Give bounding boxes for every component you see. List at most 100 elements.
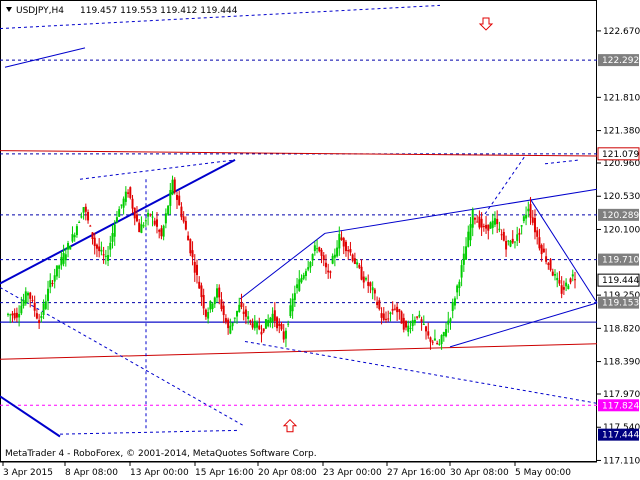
- candle-body: [347, 249, 350, 252]
- candle-body: [529, 204, 532, 218]
- candle-body: [162, 225, 165, 237]
- candle-body: [33, 302, 36, 311]
- candle-body: [407, 325, 410, 332]
- candle-body: [11, 313, 14, 316]
- candle-body: [358, 265, 361, 268]
- candle-body: [307, 267, 310, 270]
- price-label: 117.824: [602, 401, 639, 411]
- candle-body: [327, 270, 330, 273]
- candle-body: [291, 298, 294, 312]
- candle-body: [95, 244, 98, 249]
- candle-body: [369, 282, 372, 287]
- candle-body: [473, 217, 476, 220]
- candle-body: [411, 320, 414, 327]
- price-label: 117.444: [602, 431, 639, 441]
- candle-body: [69, 246, 72, 250]
- candle-body: [87, 211, 90, 221]
- candle-body: [298, 279, 301, 291]
- candle-body: [429, 337, 432, 342]
- candle-body: [209, 301, 212, 310]
- candle-body: [491, 220, 494, 228]
- candle-body: [244, 309, 247, 317]
- candle-body: [313, 245, 316, 252]
- candle-body: [213, 297, 216, 305]
- candle-body: [200, 285, 203, 298]
- candle-body: [387, 318, 390, 320]
- candle-body: [551, 271, 554, 276]
- candle-body: [222, 305, 225, 316]
- candle-body: [433, 338, 436, 341]
- candle-body: [75, 226, 78, 236]
- candle-body: [67, 243, 70, 250]
- candle-body: [482, 226, 485, 228]
- candle-body: [187, 235, 190, 241]
- candle-body: [151, 216, 154, 218]
- candle-body: [184, 220, 187, 230]
- y-tick-label: 120.960: [603, 159, 640, 169]
- price-chart[interactable]: 122.670 121.810 121.380 120.960 120.530 120.1…: [0, 0, 640, 480]
- candle-body: [540, 245, 543, 255]
- candle-body: [71, 234, 74, 242]
- candle-body: [82, 207, 85, 213]
- candle-body: [138, 222, 141, 233]
- candle-body: [155, 219, 158, 227]
- candle-body: [391, 308, 394, 311]
- y-tick-label: 118.820: [603, 324, 640, 334]
- candle-body: [240, 302, 243, 308]
- candle-body: [405, 321, 408, 328]
- candle-body: [31, 299, 34, 301]
- candle-body: [118, 209, 121, 217]
- candle-body: [442, 332, 445, 337]
- candle-body: [251, 323, 254, 328]
- candle-body: [400, 311, 403, 324]
- candle-body: [153, 220, 156, 225]
- candle-body: [527, 208, 530, 212]
- y-tick-label: 121.810: [603, 93, 640, 103]
- y-tick-label: 117.110: [603, 456, 640, 466]
- candle-body: [109, 242, 112, 250]
- price-label: 122.292: [602, 56, 639, 66]
- candle-body: [276, 317, 279, 329]
- candle-body: [425, 326, 428, 332]
- candle-body: [567, 285, 570, 290]
- candle-body: [113, 224, 116, 237]
- candle-body: [451, 302, 454, 311]
- candle-body: [144, 220, 147, 222]
- candle-body: [220, 299, 223, 310]
- candle-body: [496, 218, 499, 225]
- y-tick-label: 118.390: [603, 358, 640, 368]
- candle-body: [78, 222, 81, 224]
- candle-body: [333, 254, 336, 258]
- candle-body: [427, 331, 430, 336]
- candle-body: [485, 224, 488, 229]
- candle-body: [22, 300, 25, 306]
- candle-body: [133, 207, 136, 219]
- candle-body: [538, 237, 541, 249]
- candle-body: [329, 271, 332, 273]
- candle-body: [447, 320, 450, 325]
- symbol-label: USDJPY,H4: [16, 6, 64, 16]
- candle-body: [460, 265, 463, 278]
- candle-body: [47, 288, 50, 302]
- candle-body: [547, 263, 550, 265]
- candle-body: [500, 234, 503, 236]
- candle-body: [493, 218, 496, 225]
- candle-body: [507, 240, 510, 242]
- candle-body: [560, 285, 563, 294]
- candle-body: [196, 264, 198, 276]
- candle-body: [565, 282, 568, 287]
- price-label: 119.444: [602, 276, 639, 286]
- candle-body: [93, 237, 96, 247]
- candle-body: [236, 310, 239, 317]
- candle-body: [542, 248, 545, 253]
- candle-body: [284, 330, 287, 339]
- candle-body: [80, 216, 83, 218]
- candle-body: [438, 343, 441, 345]
- candle-body: [24, 291, 27, 304]
- candle-body: [29, 292, 32, 299]
- y-tick-label: 122.670: [603, 27, 640, 37]
- candle-body: [338, 233, 341, 249]
- price-label: 121.079: [602, 150, 639, 160]
- ohlc-values: 119.457 119.553 119.412 119.444: [80, 6, 238, 16]
- candle-body: [18, 313, 21, 318]
